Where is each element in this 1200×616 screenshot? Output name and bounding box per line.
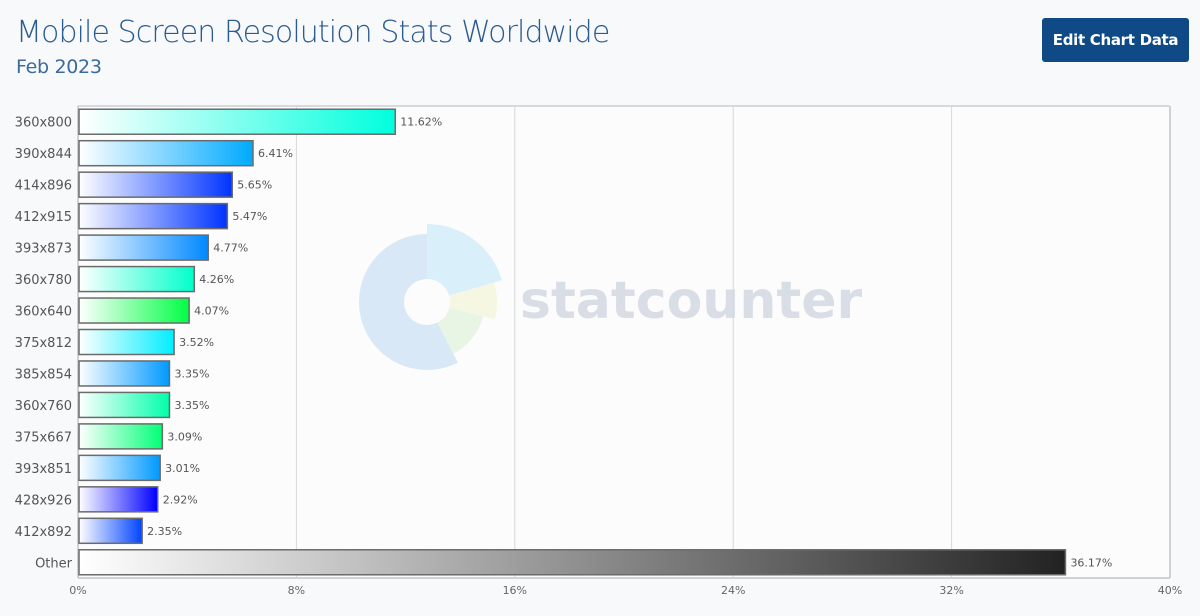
bar: [78, 297, 190, 324]
x-tick-label: 40%: [1158, 584, 1182, 597]
value-label: 4.07%: [194, 305, 229, 318]
bar: [78, 454, 161, 482]
value-label: 2.92%: [163, 493, 198, 506]
category-label: 375x667: [15, 430, 72, 445]
bar: [78, 108, 396, 135]
x-tick-label: 32%: [939, 584, 963, 597]
x-axis-ticks: 0% 8% 16% 24% 32% 40%: [69, 584, 1182, 597]
value-label: 5.65%: [237, 179, 272, 192]
x-tick-label: 16%: [503, 584, 527, 597]
value-label: 3.09%: [167, 430, 202, 443]
x-tick-label: 24%: [721, 584, 745, 597]
bar: [78, 517, 143, 545]
category-label: 428x926: [15, 493, 72, 508]
bar: [78, 202, 229, 230]
category-labels: 360x800 390x844 414x896 412x915 393x873 360x7…: [15, 116, 73, 572]
category-label: 385x854: [15, 367, 72, 382]
value-label: 3.35%: [174, 399, 209, 412]
bar: [78, 234, 209, 261]
value-label: 3.52%: [179, 336, 214, 349]
watermark-text: statcounter: [520, 271, 862, 331]
category-label: 414x896: [15, 179, 72, 194]
bar-chart: statcounter 11.62% 6.41% 5.65% 5.47% 4.77% 4.…: [15, 105, 1182, 597]
bar: [78, 328, 175, 356]
category-label: 412x892: [15, 525, 72, 540]
category-label: 375x812: [15, 336, 72, 351]
category-label: 360x800: [15, 116, 72, 131]
category-label: 393x851: [15, 462, 72, 477]
bar: [78, 486, 159, 513]
value-label: 36.17%: [1070, 556, 1112, 569]
category-label: 360x640: [15, 305, 72, 320]
category-label: 360x780: [15, 273, 72, 288]
bar: [78, 265, 196, 293]
value-label: 5.47%: [232, 210, 267, 223]
value-label: 4.77%: [213, 242, 248, 255]
value-label: 3.01%: [165, 462, 200, 475]
value-label: 11.62%: [400, 116, 442, 129]
bar: [78, 391, 171, 419]
value-label: 4.26%: [199, 273, 234, 286]
value-label: 2.35%: [147, 525, 182, 538]
plot-area: [78, 106, 1170, 578]
category-label: 393x873: [15, 242, 72, 257]
bar: [78, 360, 171, 387]
category-label: 412x915: [15, 210, 72, 225]
value-label: 3.35%: [174, 367, 209, 380]
x-tick-label: 8%: [288, 584, 305, 597]
category-label: 360x760: [15, 399, 72, 414]
category-label: 390x844: [15, 147, 72, 162]
bar: [78, 423, 164, 450]
value-label: 6.41%: [258, 147, 293, 160]
bar: [78, 139, 254, 167]
bar: [78, 171, 233, 198]
bar: [78, 549, 1067, 576]
x-tick-label: 0%: [69, 584, 86, 597]
category-label: Other: [35, 556, 73, 571]
